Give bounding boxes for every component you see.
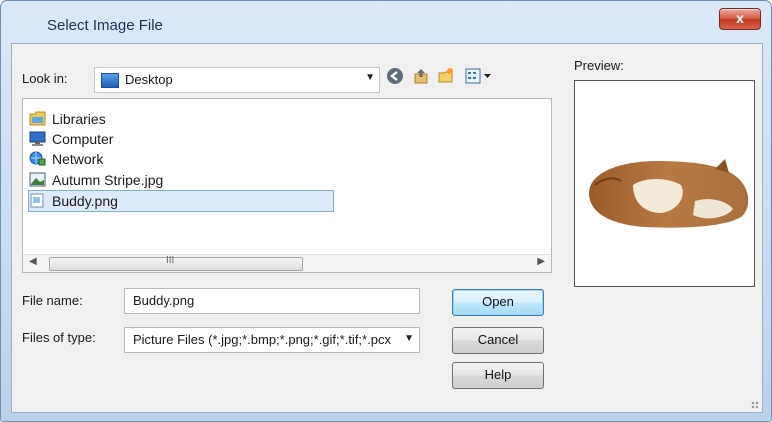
- libraries-icon: [29, 111, 46, 126]
- file-list[interactable]: Libraries Computer Network Autumn Stripe…: [22, 98, 552, 273]
- up-folder-icon[interactable]: [410, 67, 432, 89]
- look-in-value: Desktop: [125, 72, 173, 87]
- scroll-left-icon[interactable]: ◀: [29, 256, 37, 267]
- dialog-body: Look in: Desktop ▼ Libraries Computer Ne…: [11, 43, 763, 413]
- back-arrow-icon[interactable]: [384, 67, 406, 89]
- list-item-buddy[interactable]: Buddy.png: [28, 190, 334, 212]
- computer-icon: [29, 131, 46, 146]
- file-name-label: File name:: [22, 293, 83, 308]
- chevron-down-icon: ▼: [365, 72, 375, 83]
- horizontal-scrollbar[interactable]: ◀ III ▶: [23, 254, 551, 272]
- file-name-value: Buddy.png: [133, 293, 195, 308]
- look-in-label: Look in:: [22, 71, 68, 86]
- scroll-grip: III: [166, 255, 175, 266]
- chevron-down-icon: ▼: [404, 333, 414, 344]
- close-icon: x: [736, 10, 744, 26]
- dialog-title: Select Image File: [47, 17, 163, 34]
- file-type-value: Picture Files (*.jpg;*.bmp;*.png;*.gif;*…: [133, 332, 391, 347]
- file-type-select[interactable]: Picture Files (*.jpg;*.bmp;*.png;*.gif;*…: [124, 327, 420, 353]
- look-in-combobox[interactable]: Desktop ▼: [94, 67, 380, 93]
- new-folder-icon[interactable]: [435, 67, 457, 89]
- file-name-text: Network: [52, 151, 104, 167]
- list-item-computer[interactable]: Computer: [29, 129, 349, 149]
- desktop-icon: [101, 73, 119, 88]
- scroll-thumb[interactable]: III: [49, 255, 303, 271]
- open-button[interactable]: Open: [452, 289, 544, 316]
- file-name-text: Computer: [52, 131, 114, 147]
- view-menu-icon[interactable]: [462, 67, 496, 89]
- list-item-libraries[interactable]: Libraries: [29, 109, 349, 129]
- list-item-network[interactable]: Network: [29, 149, 349, 169]
- file-name-text: Autumn Stripe.jpg: [52, 172, 164, 188]
- preview-label: Preview:: [574, 58, 624, 73]
- file-type-label: Files of type:: [22, 330, 96, 345]
- help-button[interactable]: Help: [452, 362, 544, 389]
- network-icon: [29, 151, 46, 166]
- image-file-icon: [29, 172, 46, 187]
- close-button[interactable]: x: [719, 8, 761, 30]
- cancel-button[interactable]: Cancel: [452, 327, 544, 354]
- sleeping-cat-photo: [589, 159, 749, 228]
- title-bar[interactable]: Select Image File x: [1, 1, 771, 43]
- scroll-right-icon[interactable]: ▶: [537, 256, 545, 267]
- list-item-autumn-stripe[interactable]: Autumn Stripe.jpg: [29, 170, 349, 190]
- file-name-text: Libraries: [52, 111, 106, 127]
- preview-pane: [574, 80, 755, 287]
- file-name-field[interactable]: Buddy.png: [124, 288, 420, 314]
- select-image-dialog: Select Image File x Look in: Desktop ▼ L…: [0, 0, 772, 422]
- resize-grip[interactable]: [751, 401, 759, 409]
- image-file-icon: [29, 193, 46, 208]
- file-name-text: Buddy.png: [52, 193, 118, 209]
